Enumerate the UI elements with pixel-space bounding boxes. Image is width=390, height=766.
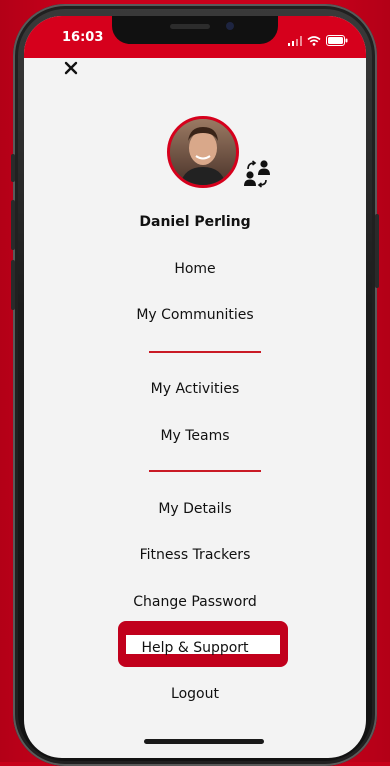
front-camera [226,22,234,30]
menu-item-home[interactable]: Home [24,259,366,279]
device-notch [112,16,278,44]
menu-divider [149,351,261,353]
wifi-icon [307,31,321,50]
home-indicator[interactable] [144,739,264,744]
menu-item-my-communities[interactable]: My Communities [24,305,366,325]
avatar[interactable] [167,116,239,188]
status-time: 16:03 [62,30,104,45]
avatar-photo [170,119,236,185]
menu-item-logout[interactable]: Logout [24,684,366,704]
menu-item-change-password[interactable]: Change Password [24,592,366,612]
switch-account-icon[interactable] [243,158,273,188]
status-icons [288,31,348,50]
menu-item-fitness-trackers[interactable]: Fitness Trackers [24,545,366,565]
menu-item-help-support[interactable]: Help & Support [24,638,366,658]
side-button [11,200,15,250]
battery-icon [326,31,348,50]
menu-divider [149,470,261,472]
menu-item-my-activities[interactable]: My Activities [24,379,366,399]
speaker-grille [170,24,210,29]
phone-screen: 16:03 Daniel Perling Home My Communities… [24,16,366,758]
side-button [375,214,379,288]
close-icon [64,60,78,79]
side-button [11,154,15,182]
menu-item-my-teams[interactable]: My Teams [24,426,366,446]
close-button[interactable] [60,58,82,80]
side-button [11,260,15,310]
signal-icon [288,31,302,50]
menu-item-my-details[interactable]: My Details [24,499,366,519]
user-name: Daniel Perling [139,214,251,230]
